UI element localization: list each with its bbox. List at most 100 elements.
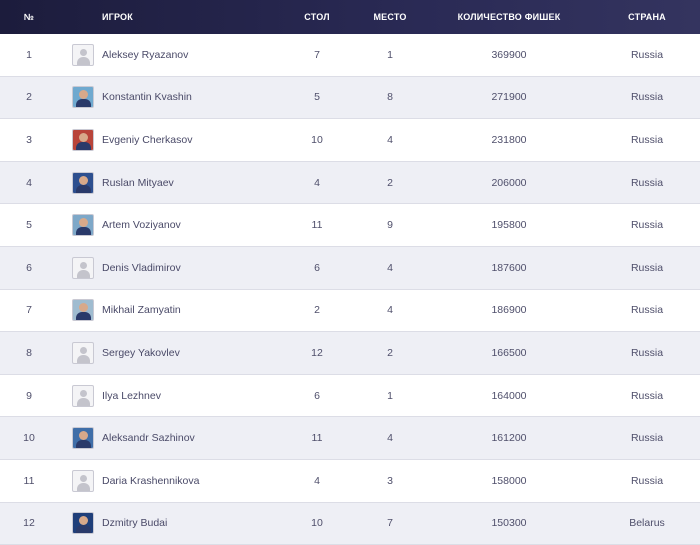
player-cell[interactable]: Aleksey Ryazanov (58, 43, 278, 66)
table-cell: 5 (314, 91, 320, 104)
player-name[interactable]: Evgeniy Cherkasov (102, 134, 192, 146)
player-name[interactable]: Denis Vladimirov (102, 262, 181, 274)
player-photo (72, 214, 94, 237)
player-cell[interactable]: Ruslan Mityaev (58, 171, 278, 194)
table-row[interactable]: 7 Mikhail Zamyatin 2 4 186900 Russia (0, 289, 700, 333)
player-name[interactable]: Mikhail Zamyatin (102, 304, 181, 316)
chips-cell: 206000 (491, 176, 527, 189)
table-cell: 6 (314, 261, 320, 274)
table-row[interactable]: 10 Aleksandr Sazhinov 11 4 161200 Russia (0, 417, 700, 460)
player-photo (72, 128, 94, 151)
chips-cell: 164000 (491, 389, 527, 402)
table-cell: 4 (314, 176, 320, 189)
player-name[interactable]: Konstantin Kvashin (102, 91, 192, 103)
header-player: ИГРОК (102, 12, 133, 22)
chips-cell: 150300 (491, 517, 527, 530)
country-cell: Russia (630, 91, 664, 104)
player-cell[interactable]: Dzmitry Budai (58, 512, 278, 535)
table-row[interactable]: 4 Ruslan Mityaev 4 2 206000 Russia (0, 161, 700, 205)
rank-cell: 8 (26, 346, 32, 359)
player-cell[interactable]: Mikhail Zamyatin (58, 299, 278, 322)
table-cell: 10 (311, 517, 323, 530)
rank-cell: 4 (26, 176, 32, 189)
rank-cell: 10 (23, 432, 35, 445)
place-cell: 2 (387, 176, 393, 189)
rank-cell: 6 (26, 261, 32, 274)
avatar-placeholder-icon (72, 256, 94, 279)
avatar-placeholder-icon (72, 43, 94, 66)
chips-cell: 161200 (491, 432, 527, 445)
player-name[interactable]: Ilya Lezhnev (102, 390, 161, 402)
player-photo (72, 299, 94, 322)
player-cell[interactable]: Daria Krashennikova (58, 469, 278, 492)
player-name[interactable]: Ruslan Mityaev (102, 177, 174, 189)
place-cell: 8 (387, 91, 393, 104)
chips-cell: 369900 (491, 48, 527, 61)
player-photo (72, 512, 94, 535)
player-name[interactable]: Aleksandr Sazhinov (102, 432, 195, 444)
table-row[interactable]: 3 Evgeniy Cherkasov 10 4 231800 Russia (0, 119, 700, 162)
chips-cell: 271900 (491, 91, 527, 104)
player-cell[interactable]: Sergey Yakovlev (58, 341, 278, 364)
table-row[interactable]: 8 Sergey Yakovlev 12 2 166500 Russia (0, 332, 700, 375)
rank-cell: 7 (26, 304, 32, 317)
country-cell: Russia (630, 261, 664, 274)
place-cell: 1 (387, 389, 393, 402)
table-row[interactable]: 1 Aleksey Ryazanov 7 1 369900 Russia (0, 34, 700, 77)
table-row[interactable]: 9 Ilya Lezhnev 6 1 164000 Russia (0, 374, 700, 418)
player-name[interactable]: Sergey Yakovlev (102, 347, 180, 359)
player-name[interactable]: Dzmitry Budai (102, 517, 167, 529)
table-cell: 6 (314, 389, 320, 402)
country-cell: Russia (630, 133, 664, 146)
table-cell: 12 (311, 346, 323, 359)
rank-cell: 12 (23, 517, 35, 530)
header-place: МЕСТО (373, 12, 407, 22)
place-cell: 3 (387, 474, 393, 487)
chips-cell: 187600 (491, 261, 527, 274)
table-row[interactable]: 11 Daria Krashennikova 4 3 158000 Russia (0, 459, 700, 503)
rank-cell: 9 (26, 389, 32, 402)
header-num: № (23, 12, 35, 22)
player-cell[interactable]: Ilya Lezhnev (58, 384, 278, 407)
chips-cell: 231800 (491, 133, 527, 146)
player-name[interactable]: Aleksey Ryazanov (102, 49, 188, 61)
chips-cell: 186900 (491, 304, 527, 317)
table-cell: 10 (311, 133, 323, 146)
place-cell: 4 (387, 432, 393, 445)
player-photo (72, 86, 94, 109)
table-cell: 7 (314, 48, 320, 61)
table-row[interactable]: 12 Dzmitry Budai 10 7 150300 Belarus (0, 502, 700, 545)
player-name[interactable]: Artem Voziyanov (102, 219, 181, 231)
rank-cell: 5 (26, 219, 32, 232)
player-cell[interactable]: Evgeniy Cherkasov (58, 128, 278, 151)
place-cell: 7 (387, 517, 393, 530)
player-cell[interactable]: Artem Voziyanov (58, 214, 278, 237)
table-cell: 11 (311, 219, 323, 232)
place-cell: 4 (387, 304, 393, 317)
player-name[interactable]: Daria Krashennikova (102, 475, 199, 487)
player-photo (72, 171, 94, 194)
country-cell: Russia (630, 389, 664, 402)
place-cell: 1 (387, 48, 393, 61)
table-cell: 4 (314, 474, 320, 487)
table-header: № ИГРОК СТОЛ МЕСТО КОЛИЧЕСТВО ФИШЕК СТРА… (0, 0, 700, 34)
leaderboard-table: № ИГРОК СТОЛ МЕСТО КОЛИЧЕСТВО ФИШЕК СТРА… (0, 0, 700, 545)
player-cell[interactable]: Aleksandr Sazhinov (58, 427, 278, 450)
player-cell[interactable]: Konstantin Kvashin (58, 86, 278, 109)
chips-cell: 158000 (491, 474, 527, 487)
player-cell[interactable]: Denis Vladimirov (58, 256, 278, 279)
header-table: СТОЛ (304, 12, 330, 22)
country-cell: Russia (630, 474, 664, 487)
table-row[interactable]: 6 Denis Vladimirov 6 4 187600 Russia (0, 246, 700, 290)
place-cell: 4 (387, 261, 393, 274)
country-cell: Russia (630, 304, 664, 317)
avatar-placeholder-icon (72, 469, 94, 492)
table-row[interactable]: 2 Konstantin Kvashin 5 8 271900 Russia (0, 76, 700, 120)
place-cell: 2 (387, 346, 393, 359)
place-cell: 9 (387, 219, 393, 232)
country-cell: Belarus (629, 517, 665, 530)
country-cell: Russia (630, 48, 664, 61)
header-chips: КОЛИЧЕСТВО ФИШЕК (457, 12, 561, 22)
table-row[interactable]: 5 Artem Voziyanov 11 9 195800 Russia (0, 204, 700, 247)
header-country: СТРАНА (628, 12, 666, 22)
